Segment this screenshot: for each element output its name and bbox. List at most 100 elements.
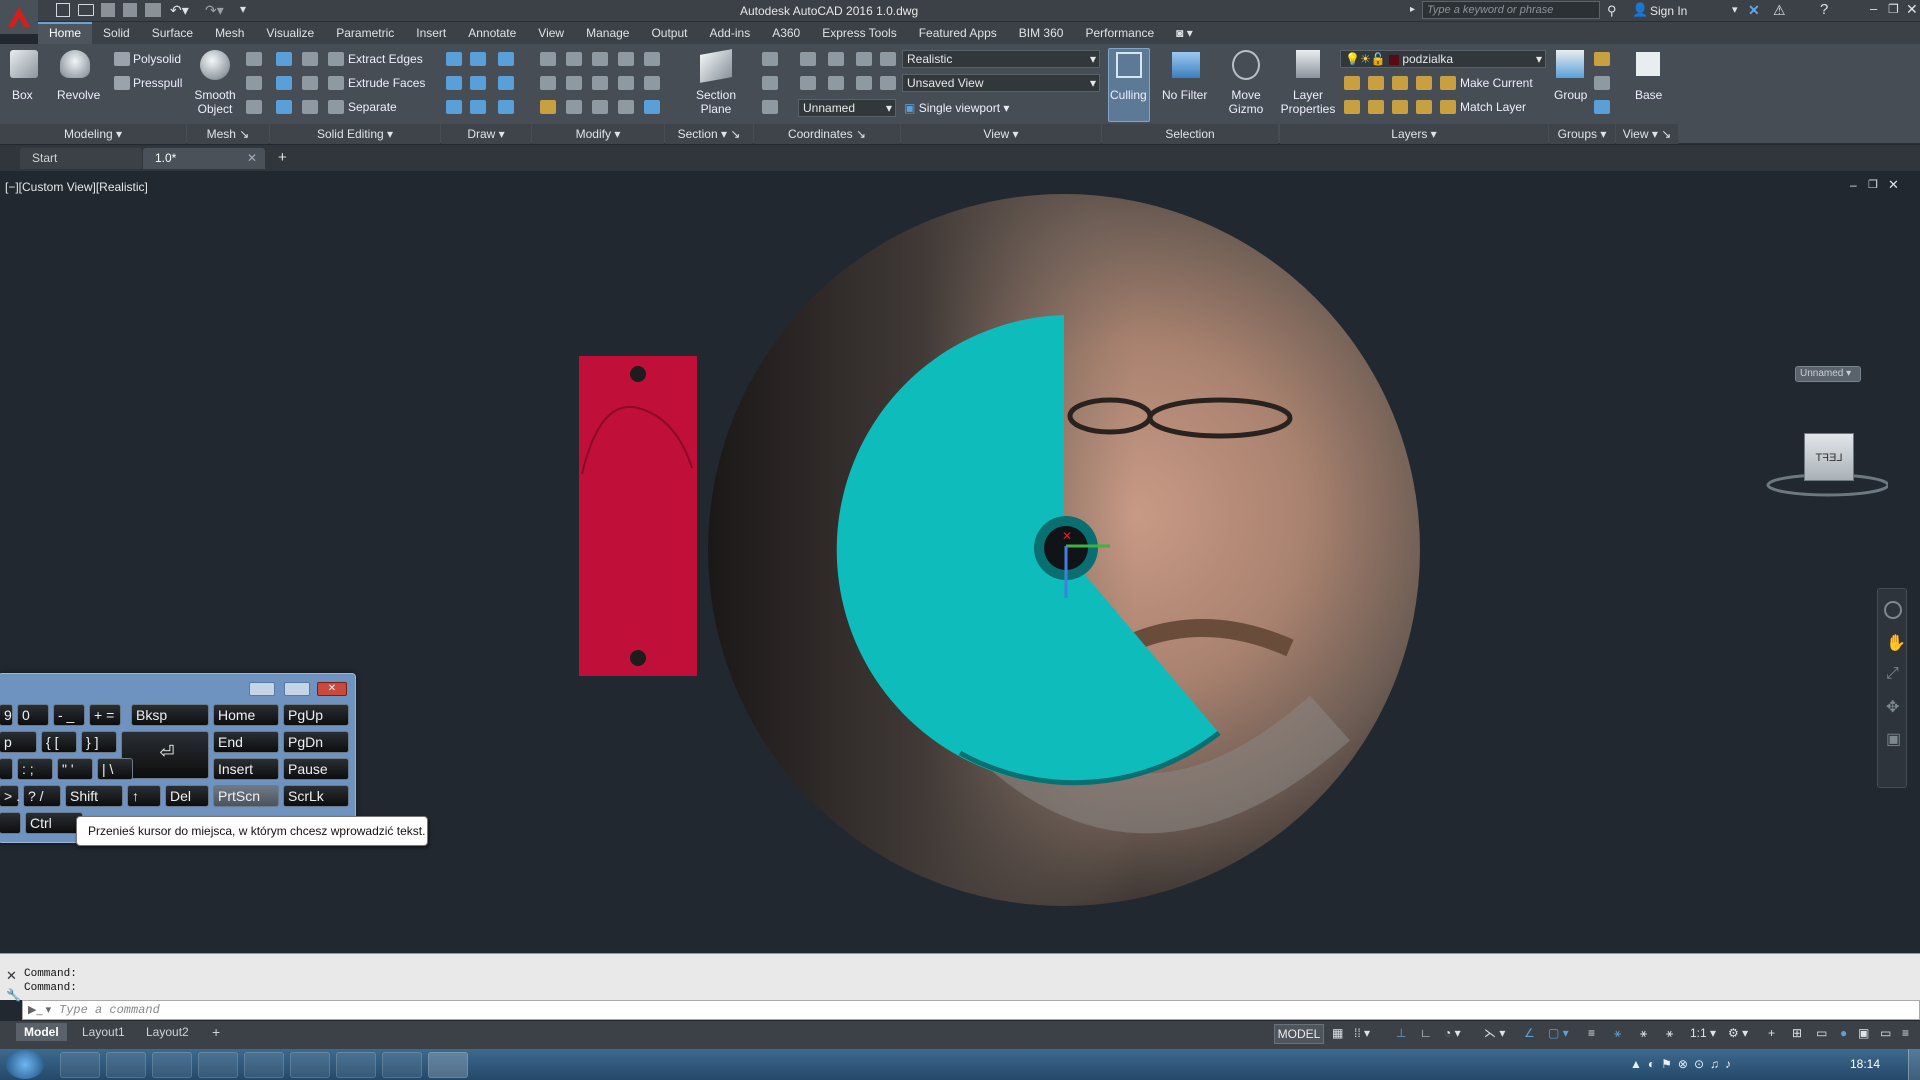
tab-a360[interactable]: A360 (761, 22, 811, 44)
revolve-button[interactable]: Revolve (57, 88, 100, 102)
panel-title-draw[interactable]: Draw ▾ (441, 124, 531, 144)
osk-maximize-icon[interactable] (284, 682, 310, 696)
tab-layout2[interactable]: Layout2 (138, 1023, 197, 1041)
tab-annotate[interactable]: Annotate (457, 22, 527, 44)
application-menu-button[interactable] (0, 0, 38, 34)
key-enter[interactable]: ⏎ (121, 731, 209, 779)
section-plane-button[interactable]: Section Plane (690, 88, 742, 116)
polygon-icon[interactable] (446, 100, 462, 114)
tab-add-ins[interactable]: Add-ins (699, 22, 762, 44)
ucs-menu[interactable]: Unnamed ▾ (1795, 366, 1861, 382)
command-prompt-icon[interactable]: ▶_ ▾ (28, 1003, 51, 1016)
key-pause[interactable]: Pause (283, 758, 349, 780)
layer-tool-4-icon[interactable] (1416, 76, 1432, 90)
key-backslash[interactable]: | \ (97, 758, 133, 780)
presspull-button[interactable]: Presspull (133, 76, 182, 90)
ucs-z-icon[interactable] (880, 52, 896, 66)
ucs-x-icon[interactable] (828, 52, 844, 66)
layer-tool-7-icon[interactable] (1392, 100, 1408, 114)
stretch-icon[interactable] (540, 100, 556, 114)
annotation-visibility-icon[interactable]: ⚹ (1614, 1026, 1621, 1041)
tab-performance[interactable]: Performance (1074, 22, 1165, 44)
mesh-tool-1-icon[interactable] (246, 52, 262, 66)
plot-icon[interactable] (145, 3, 161, 17)
circle-icon[interactable] (498, 76, 514, 90)
key-0[interactable]: 0 (17, 704, 49, 726)
trim-icon[interactable] (540, 76, 556, 90)
group-icon[interactable] (1556, 50, 1584, 78)
osk-close-icon[interactable]: ✕ (317, 682, 347, 696)
redo-icon[interactable]: ↷▾ (205, 2, 224, 19)
pan-icon[interactable]: ✋ (1886, 633, 1906, 653)
ellipse-icon[interactable] (498, 100, 514, 114)
box-button[interactable]: Box (12, 88, 33, 102)
workspace-icon[interactable]: ⚙ ▾ (1728, 1026, 1748, 1040)
key-shift[interactable]: Shift (65, 785, 123, 807)
box-icon[interactable] (10, 50, 38, 78)
key-home[interactable]: Home (213, 704, 279, 726)
array-icon[interactable] (566, 76, 582, 90)
new-tab-icon[interactable]: + (278, 149, 287, 166)
key-delete[interactable]: Del (165, 785, 209, 807)
key-backspace[interactable]: Bksp (131, 704, 209, 726)
customize-quick-access-icon[interactable]: ▾ (240, 2, 246, 16)
key-equals[interactable]: + = (89, 704, 121, 726)
mesh-tool-2-icon[interactable] (246, 76, 262, 90)
spline-icon[interactable] (446, 76, 462, 90)
customize-command-line-icon[interactable]: 🔧 (6, 988, 21, 1002)
union-icon[interactable] (276, 52, 292, 66)
helix-icon[interactable] (470, 52, 486, 66)
command-input[interactable]: Type a command (22, 1000, 1920, 1020)
exchange-apps-icon[interactable]: ✕ (1748, 2, 1760, 19)
ucs-world-icon[interactable] (800, 52, 816, 66)
user-icon[interactable]: 👤 (1632, 2, 1648, 18)
key-pgup[interactable]: PgUp (283, 704, 349, 726)
tab-solid[interactable]: Solid (92, 22, 141, 44)
gizmo-x-axis[interactable]: ✕ (1062, 529, 1072, 543)
key-p[interactable]: p (0, 731, 37, 753)
panel-title-selection[interactable]: Selection (1102, 124, 1278, 144)
clock[interactable]: 18:14 (1850, 1057, 1880, 1071)
key-end[interactable]: End (213, 731, 279, 753)
doc-tab-current[interactable]: 1.0* ✕ (143, 148, 265, 169)
tab-visualize[interactable]: Visualize (255, 22, 325, 44)
expand-arrow-icon[interactable]: ▸ (1410, 4, 1415, 15)
osnap-tracking-icon[interactable]: ∠ (1524, 1026, 1535, 1040)
taskbar-explorer-icon[interactable] (198, 1052, 238, 1078)
save-as-icon[interactable] (123, 3, 137, 17)
panel-title-modeling[interactable]: Modeling ▾ (0, 124, 186, 144)
key-ctrl[interactable]: Ctrl (25, 812, 83, 834)
extrude-faces-button[interactable]: Extrude Faces (348, 76, 425, 90)
viewport-configuration-button[interactable]: ▣ Single viewport ▾ (904, 101, 1009, 115)
base-icon[interactable] (1636, 52, 1660, 76)
taskbar-autocad-icon[interactable] (428, 1052, 468, 1078)
lineweight-icon[interactable]: ≡ (1588, 1026, 1595, 1040)
tab-layout1[interactable]: Layout1 (74, 1023, 133, 1041)
ucs-object-icon[interactable] (828, 76, 844, 90)
tab-bim-360[interactable]: BIM 360 (1008, 22, 1075, 44)
close-tab-icon[interactable]: ✕ (247, 148, 257, 169)
rectangular-array-icon[interactable] (644, 100, 660, 114)
quick-properties-icon[interactable]: ▭ (1816, 1026, 1827, 1040)
isolate-objects-icon[interactable]: ● (1840, 1026, 1847, 1040)
panel-title-coordinates[interactable]: Coordinates ↘ (754, 124, 900, 144)
tab-insert[interactable]: Insert (405, 22, 457, 44)
grid-icon[interactable]: ▦ (1332, 1026, 1343, 1040)
viewcube[interactable]: LEFT (1758, 433, 1890, 503)
taskbar-acrobat-icon[interactable] (382, 1052, 422, 1078)
group-button[interactable]: Group (1554, 88, 1587, 102)
help-icon[interactable]: ? (1820, 1, 1828, 18)
red-part[interactable] (579, 356, 697, 676)
thicken-icon[interactable] (302, 100, 318, 114)
save-icon[interactable] (101, 3, 115, 17)
zoom-icon[interactable]: ⤢ (1886, 665, 1899, 683)
viewcube-face[interactable]: LEFT (1804, 433, 1854, 481)
layer-tool-1-icon[interactable] (1344, 76, 1360, 90)
panel-title-modify[interactable]: Modify ▾ (532, 124, 664, 144)
layer-properties-icon[interactable] (1296, 50, 1320, 78)
mesh-tool-3-icon[interactable] (246, 100, 262, 114)
layer-properties-button[interactable]: Layer Properties (1280, 88, 1336, 116)
line-icon[interactable] (470, 76, 486, 90)
panel-title-section[interactable]: Section ▾ ↘ (665, 124, 753, 144)
base-button[interactable]: Base (1635, 88, 1662, 102)
